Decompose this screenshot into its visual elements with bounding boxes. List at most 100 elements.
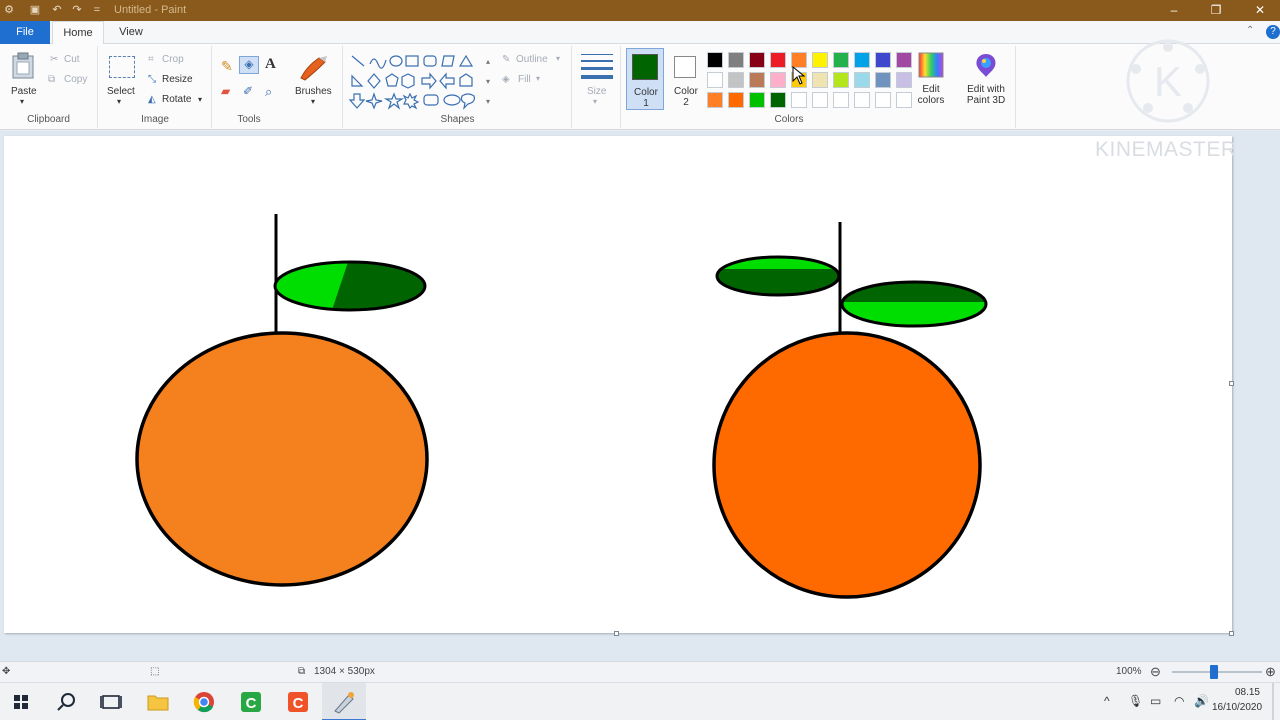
color1-selector[interactable]: Color 1 — [626, 48, 664, 110]
resize-handle-corner[interactable] — [1229, 631, 1234, 636]
outline-button[interactable]: Outline — [516, 54, 548, 65]
palette-swatch[interactable] — [833, 92, 849, 108]
copy-button[interactable]: Copy — [64, 74, 87, 85]
resize-button[interactable]: Resize — [162, 74, 193, 85]
tab-file[interactable]: File — [0, 21, 50, 44]
palette-swatch[interactable] — [875, 92, 891, 108]
palette-swatch[interactable] — [854, 92, 870, 108]
zoom-out-icon[interactable]: ⊖ — [1150, 664, 1161, 680]
palette-swatch[interactable] — [812, 92, 828, 108]
file-explorer-icon[interactable] — [143, 687, 173, 717]
size-lines-icon[interactable] — [581, 52, 613, 80]
help-icon[interactable]: ? — [1266, 25, 1280, 39]
show-desktop-button[interactable] — [1272, 683, 1274, 720]
zoom-in-icon[interactable]: ⊕ — [1265, 664, 1276, 680]
select-button[interactable]: Select — [107, 86, 135, 97]
palette-swatch[interactable] — [749, 52, 765, 68]
edit-colors-button[interactable]: Edit colors — [914, 84, 948, 106]
palette-swatch[interactable] — [896, 92, 912, 108]
resize-handle-bottom[interactable] — [614, 631, 619, 636]
palette-swatch[interactable] — [707, 72, 723, 88]
fill-button[interactable]: Fill — [518, 74, 531, 85]
wifi-icon[interactable]: ◠ — [1174, 694, 1184, 708]
tab-view[interactable]: View — [106, 21, 156, 44]
palette-swatch[interactable] — [833, 72, 849, 88]
palette-swatch[interactable] — [728, 52, 744, 68]
minimize-button[interactable]: – — [1164, 2, 1184, 18]
palette-swatch[interactable] — [854, 52, 870, 68]
paste-icon[interactable] — [11, 52, 37, 80]
paint-taskbar-item[interactable] — [322, 683, 366, 720]
mouse-cursor-icon — [792, 66, 806, 85]
brushes-icon[interactable] — [297, 52, 329, 82]
shapes-gallery[interactable]: ▴ ▾ ▾ — [348, 52, 496, 110]
crop-button[interactable]: Crop — [162, 54, 184, 65]
palette-swatch[interactable] — [896, 52, 912, 68]
volume-icon[interactable]: 🔊 — [1194, 694, 1209, 708]
palette-swatch[interactable] — [770, 72, 786, 88]
fill-dropdown-icon[interactable]: ▾ — [536, 74, 540, 83]
save-icon[interactable]: ▣ — [28, 3, 42, 17]
palette-swatch[interactable] — [728, 72, 744, 88]
collapse-ribbon-icon[interactable]: ⌃ — [1246, 25, 1254, 36]
palette-swatch[interactable] — [896, 72, 912, 88]
palette-swatch[interactable] — [854, 72, 870, 88]
battery-icon[interactable]: ▭ — [1150, 694, 1161, 708]
color-picker-icon[interactable]: ✐ — [243, 84, 253, 98]
search-icon[interactable] — [51, 687, 81, 717]
magnifier-icon[interactable]: ⌕ — [265, 84, 272, 100]
palette-swatch[interactable] — [749, 92, 765, 108]
windows-start-icon[interactable] — [6, 687, 36, 717]
paste-dropdown-icon[interactable]: ▾ — [20, 97, 24, 106]
edit-paint3d-button[interactable]: Edit with Paint 3D — [962, 84, 1010, 106]
size-button[interactable]: Size — [587, 86, 606, 97]
palette-swatch[interactable] — [728, 92, 744, 108]
palette-swatch[interactable] — [707, 92, 723, 108]
palette-swatch[interactable] — [875, 72, 891, 88]
clock-date[interactable]: 16/10/2020 — [1212, 702, 1262, 713]
palette-swatch[interactable] — [812, 52, 828, 68]
redo-icon[interactable]: ↷ — [70, 3, 84, 17]
size-dropdown-icon[interactable]: ▾ — [593, 97, 597, 106]
tab-home[interactable]: Home — [52, 21, 104, 44]
clock-time[interactable]: 08.15 — [1224, 687, 1260, 698]
maximize-button[interactable]: ❐ — [1206, 2, 1226, 18]
cut-button[interactable]: Cut — [64, 54, 80, 65]
brushes-dropdown-icon[interactable]: ▾ — [311, 97, 315, 106]
palette-swatch[interactable] — [770, 52, 786, 68]
undo-icon[interactable]: ↶ — [50, 3, 64, 17]
task-view-icon[interactable] — [96, 687, 126, 717]
rotate-button[interactable]: Rotate — [162, 94, 191, 105]
outline-dropdown-icon[interactable]: ▾ — [556, 54, 560, 63]
paste-button[interactable]: Paste — [11, 86, 37, 97]
customize-quick-access-icon[interactable]: = — [90, 3, 104, 17]
fill-bucket-icon[interactable]: ◈ — [239, 56, 259, 74]
zoom-slider-thumb[interactable] — [1210, 665, 1218, 679]
show-hidden-icons[interactable]: ^ — [1104, 694, 1110, 708]
drawing-canvas[interactable] — [4, 136, 1232, 633]
eraser-icon[interactable]: ▰ — [221, 84, 230, 98]
palette-swatch[interactable] — [812, 72, 828, 88]
paint3d-icon[interactable] — [973, 52, 999, 78]
palette-swatch[interactable] — [707, 52, 723, 68]
camtasia-recorder-icon[interactable]: C — [283, 687, 313, 717]
select-icon[interactable] — [109, 56, 135, 78]
palette-swatch[interactable] — [749, 72, 765, 88]
brushes-button[interactable]: Brushes — [295, 86, 332, 97]
palette-swatch[interactable] — [833, 52, 849, 68]
color2-selector[interactable]: Color 2 — [669, 48, 703, 110]
resize-handle-right[interactable] — [1229, 381, 1234, 386]
palette-swatch[interactable] — [770, 92, 786, 108]
edit-colors-icon[interactable] — [918, 52, 944, 78]
chrome-icon[interactable] — [189, 687, 219, 717]
camtasia-green-icon[interactable]: C — [236, 687, 266, 717]
close-button[interactable]: ✕ — [1250, 2, 1270, 18]
palette-swatch[interactable] — [791, 92, 807, 108]
microphone-icon[interactable]: 🎙 — [1128, 694, 1143, 708]
rotate-dropdown-icon[interactable]: ▾ — [198, 95, 202, 104]
select-dropdown-icon[interactable]: ▾ — [117, 97, 121, 106]
text-tool-icon[interactable]: A — [265, 56, 276, 73]
palette-swatch[interactable] — [875, 52, 891, 68]
pencil-icon[interactable]: ✎ — [221, 58, 233, 75]
paint-app-icon[interactable]: ⚙ — [2, 3, 16, 17]
